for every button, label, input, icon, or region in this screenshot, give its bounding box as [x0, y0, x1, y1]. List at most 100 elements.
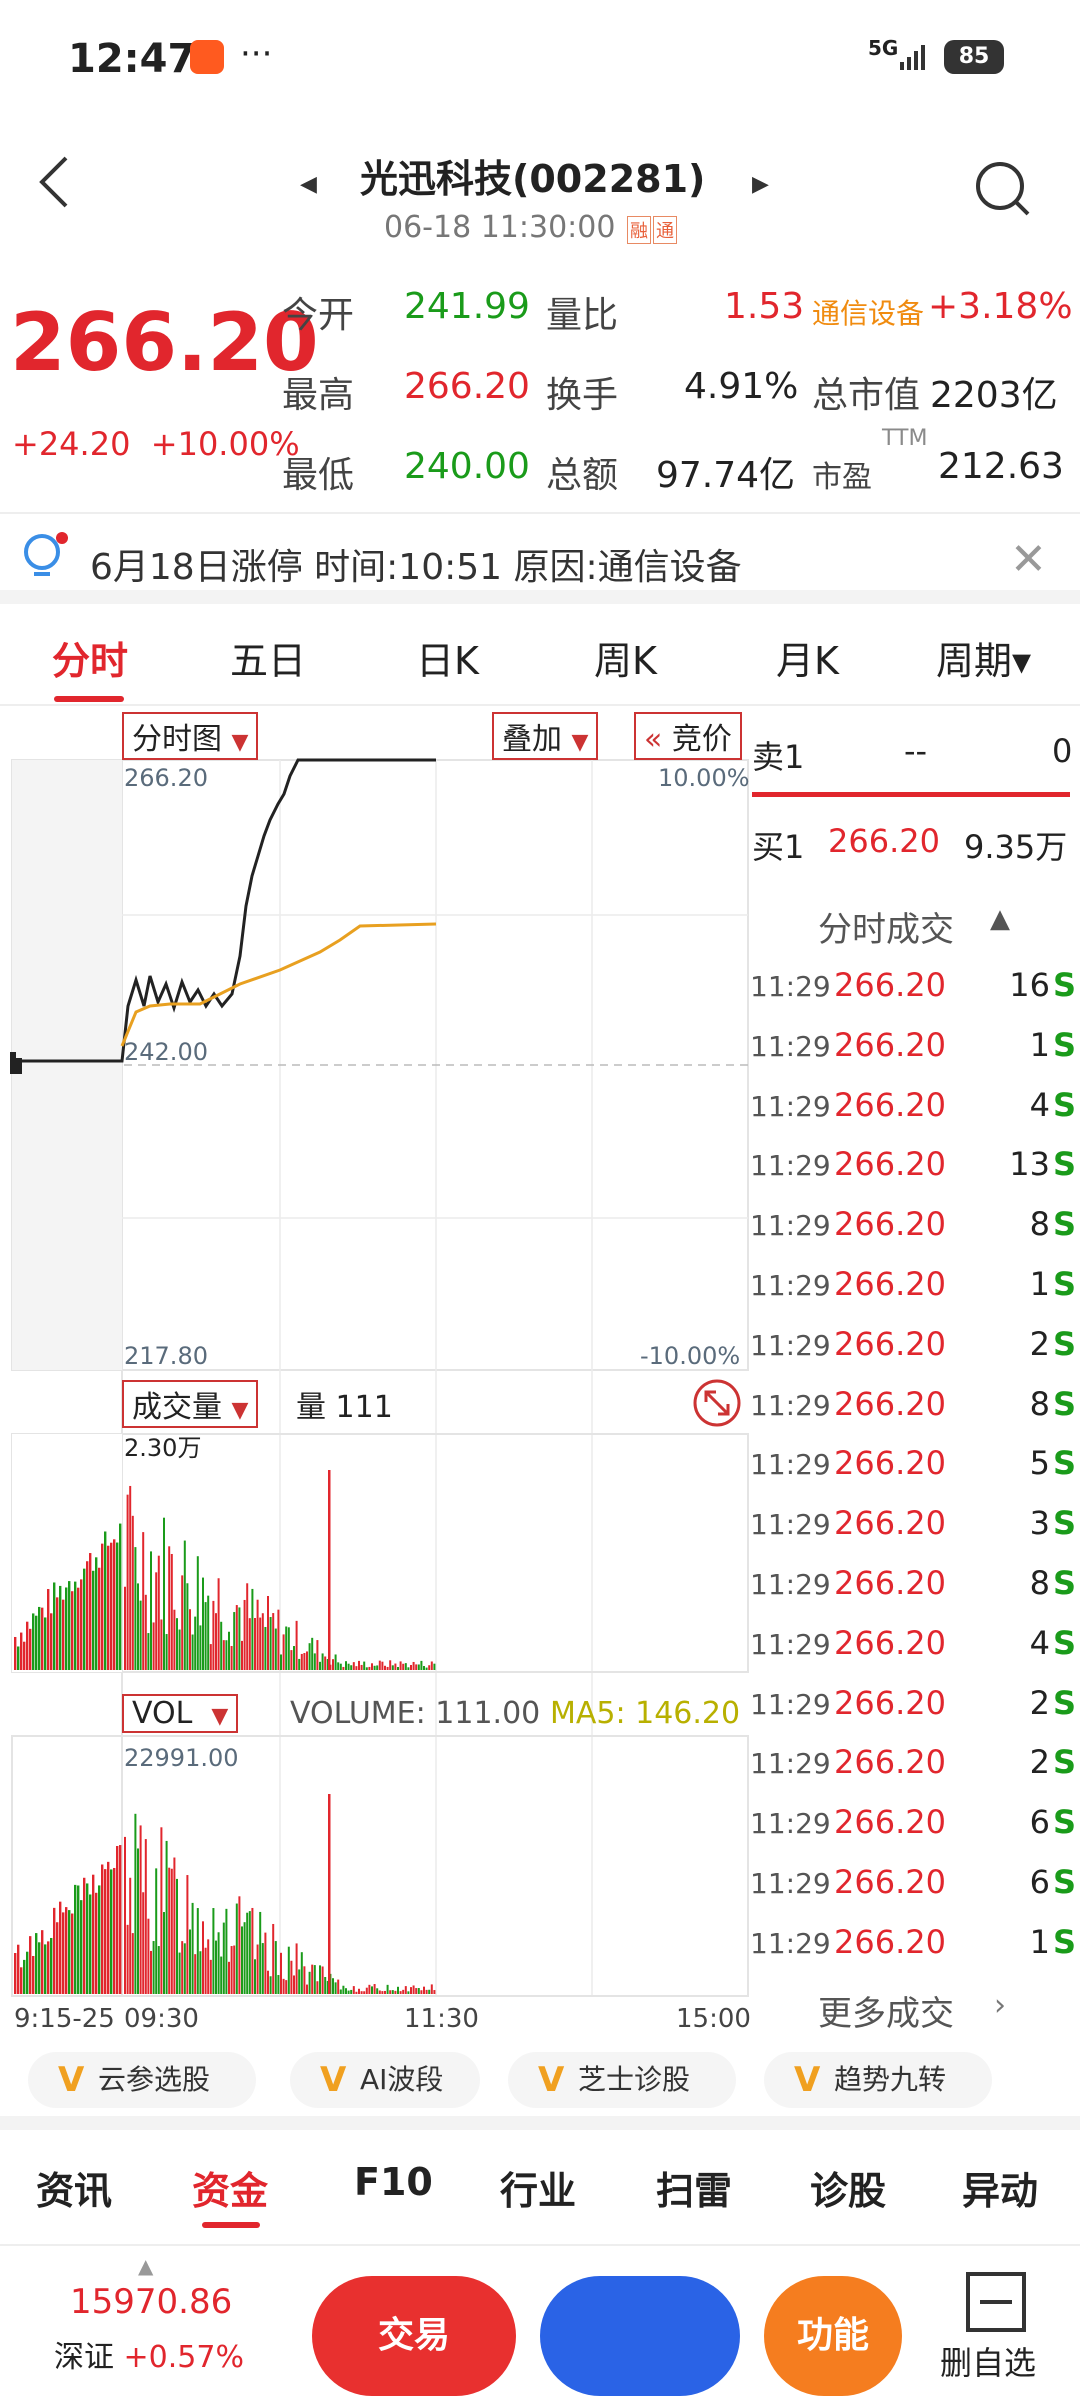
volume-bar — [272, 1613, 275, 1670]
blurred-button[interactable] — [540, 2276, 740, 2396]
volume-bar — [107, 1861, 110, 1994]
open-label: 今开 — [282, 295, 355, 336]
ticks-list[interactable]: 11:29 266.20 16 S 11:29 266.20 1 S 11:29 266.20 4 S… — [750, 960, 1080, 1980]
last-price: 266.20 — [10, 296, 319, 389]
y-axis-bottom: 217.80 — [124, 1342, 208, 1370]
close-icon[interactable]: ✕ — [1010, 534, 1047, 585]
volume-bar — [261, 1943, 264, 1994]
volume-bar — [423, 1666, 425, 1670]
volume-bar — [308, 1971, 311, 1994]
volume-bar — [98, 1885, 101, 1994]
market-cap-value: 2203亿 — [930, 375, 1058, 416]
pill-stock-picker[interactable]: V 云参选股 — [28, 2052, 256, 2108]
pill-trend[interactable]: V 趋势九转 — [764, 2052, 992, 2108]
volume-bar — [29, 1628, 32, 1670]
btab-anomaly[interactable]: 异动 — [962, 2160, 1038, 2215]
volume-bar — [163, 1517, 165, 1670]
more-trades-link[interactable]: 更多成交 — [818, 1986, 954, 2035]
volume-bar — [230, 1946, 233, 1994]
back-icon[interactable] — [34, 152, 74, 212]
btab-funds[interactable]: 资金 — [192, 2160, 268, 2215]
tick-volume: 2 — [1029, 1683, 1050, 1722]
volume-bar — [352, 1986, 355, 1994]
volume-bar — [74, 1581, 77, 1670]
volume-bar — [290, 1960, 293, 1994]
volume-bar — [332, 1978, 334, 1994]
index-info[interactable]: 深证 +0.57% — [54, 2332, 244, 2376]
chart-type-dropdown[interactable]: 分时图 ▼ — [122, 712, 259, 760]
volume-bar — [230, 1646, 233, 1670]
search-icon[interactable] — [972, 158, 1032, 218]
pill-ai-wave[interactable]: V AI波段 — [290, 2052, 480, 2108]
btab-news[interactable]: 资讯 — [36, 2160, 112, 2215]
indicator-dropdown[interactable]: VOL ▼ — [122, 1694, 239, 1733]
volume-bar — [248, 1618, 251, 1670]
tab-weekly-k[interactable]: 周K — [594, 630, 657, 685]
volume-bar — [119, 1523, 122, 1670]
volume-bar — [313, 1653, 316, 1670]
volume-bar — [399, 1991, 402, 1994]
btab-industry[interactable]: 行业 — [500, 2160, 576, 2215]
intraday-chart[interactable] — [0, 706, 750, 2036]
tick-volume: 1 — [1029, 1265, 1050, 1303]
tick-price: 266.20 — [834, 1922, 946, 1961]
pct-axis-top: 10.00% — [658, 764, 750, 792]
expand-icon[interactable] — [692, 1378, 742, 1428]
auction-button[interactable]: « 竞价 — [634, 712, 742, 760]
volume-bar — [35, 1933, 38, 1994]
volume-dropdown[interactable]: 成交量 ▼ — [122, 1380, 259, 1428]
btab-risk[interactable]: 扫雷 — [656, 2160, 732, 2215]
function-button[interactable]: 功能 — [764, 2276, 902, 2396]
tab-monthly-k[interactable]: 月K — [776, 630, 839, 685]
tick-row: 11:29 266.20 4 S — [750, 1080, 1080, 1136]
stock-title: 光迅科技(002281) — [360, 157, 706, 201]
volume-bar — [89, 1894, 92, 1994]
volume-label: 量 111 — [296, 1390, 393, 1425]
volume-bar — [80, 1900, 83, 1994]
volume-bar — [47, 1941, 50, 1994]
volume-bar — [14, 1953, 17, 1994]
volume-bar — [129, 1877, 132, 1994]
tick-price: 266.20 — [834, 1743, 946, 1782]
volume-bar — [29, 1936, 32, 1994]
industry-name[interactable]: 通信设备 — [812, 292, 924, 332]
volume-bar — [243, 1599, 246, 1670]
volume-bar — [181, 1575, 184, 1670]
tab-five-day[interactable]: 五日 — [230, 630, 306, 685]
turnover-value: 4.91% — [684, 366, 799, 407]
overlay-dropdown[interactable]: 叠加 ▼ — [492, 712, 599, 760]
remove-watchlist-icon[interactable] — [964, 2270, 1028, 2334]
volume-bar — [144, 1839, 147, 1994]
volume-bar — [144, 1594, 147, 1670]
tick-side: S — [1052, 1803, 1076, 1842]
chevron-right-icon[interactable]: › — [994, 1988, 1006, 2023]
volume-bar — [110, 1542, 113, 1670]
btab-diagnosis[interactable]: 诊股 — [810, 2160, 886, 2215]
pill-stock-diagnosis[interactable]: V 芝士诊股 — [508, 2052, 736, 2108]
tab-intraday[interactable]: 分时 — [52, 630, 128, 685]
volume-bar — [95, 1557, 98, 1670]
tab-period[interactable]: 周期▾ — [936, 630, 1031, 685]
volume-bar — [176, 1618, 178, 1670]
index-value[interactable]: 15970.86 — [70, 2282, 232, 2322]
volume-bar — [264, 1932, 267, 1994]
volume-bar — [391, 1990, 394, 1994]
collapse-icon[interactable]: ▲ — [990, 904, 1010, 934]
trade-button[interactable]: 交易 — [312, 2276, 516, 2396]
next-stock-icon[interactable]: ▶ — [752, 172, 769, 197]
volume-bar — [248, 1911, 251, 1994]
btab-f10[interactable]: F10 — [354, 2160, 433, 2204]
prev-stock-icon[interactable]: ◀ — [300, 172, 317, 197]
volume-bar — [287, 1627, 290, 1670]
volume-bar — [32, 1955, 35, 1994]
volume-bar — [62, 1599, 65, 1670]
tick-side: S — [1052, 1623, 1076, 1662]
tick-volume: 3 — [1029, 1504, 1050, 1543]
remove-watchlist-label[interactable]: 删自选 — [940, 2338, 1036, 2384]
ticks-title[interactable]: 分时成交 — [818, 902, 954, 951]
volume-bar — [71, 1591, 74, 1670]
volume-bar — [137, 1848, 139, 1994]
tab-daily-k[interactable]: 日K — [416, 630, 479, 685]
volume-bar — [222, 1922, 225, 1994]
volume-bar — [407, 1991, 410, 1994]
